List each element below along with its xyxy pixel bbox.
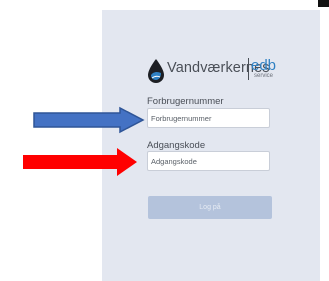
login-button[interactable]: Log på [148,196,272,219]
password-input[interactable] [147,151,270,171]
water-drop-icon [148,59,164,83]
login-panel [102,10,320,281]
consumer-number-label: Forbrugernummer [147,96,224,107]
top-edge-mark [318,0,329,7]
logo-service: service [254,73,274,79]
red-arrow [23,148,137,176]
password-label: Adgangskode [147,140,206,151]
logo-separator [248,58,249,80]
brand-logo: Vandværkernes edb service [146,55,278,85]
consumer-number-input[interactable] [147,108,270,128]
blue-arrow [33,106,145,134]
logo-edb: edb [251,57,277,74]
